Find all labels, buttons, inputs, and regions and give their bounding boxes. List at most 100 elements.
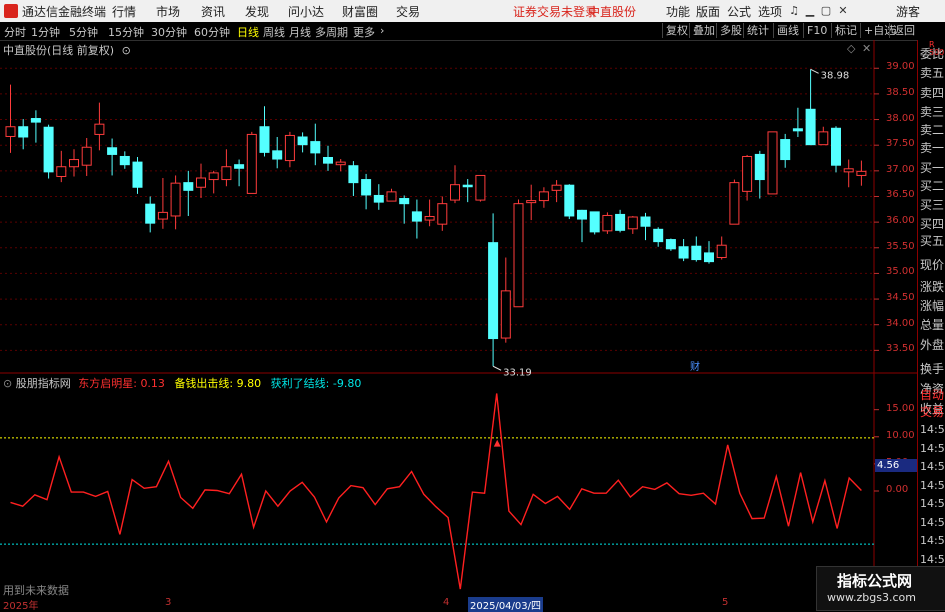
candle-body (475, 174, 486, 201)
sidebar-item[interactable]: 委比 (920, 45, 944, 62)
candle-body (94, 123, 105, 135)
candle-body (107, 147, 118, 155)
high-price-label: 38.98 (821, 70, 850, 81)
candle-body (208, 172, 219, 181)
candle-body (602, 214, 613, 232)
high-pointer (810, 68, 819, 74)
candle-body (221, 166, 232, 181)
sidebar-item[interactable]: 涨跌 (920, 278, 944, 295)
sidebar-auto-trade[interactable]: 交易 (920, 403, 944, 420)
price-tick-label: 34.00 (886, 317, 915, 329)
sidebar-item[interactable]: 买四 (920, 215, 944, 232)
candle-body (704, 252, 714, 263)
candle-body (615, 213, 626, 231)
candle-body (157, 211, 168, 220)
indicator-tick-label: 15.00 (886, 402, 915, 414)
close-chart-icon[interactable]: ✕ (862, 42, 871, 55)
candle-body (170, 182, 181, 217)
candle-body (526, 200, 537, 204)
candle-body (30, 118, 41, 123)
price-tick-label: 39.00 (886, 61, 915, 73)
sidebar-item[interactable]: 买二 (920, 177, 944, 194)
candle-body (538, 191, 549, 202)
chart-header: 中直股份(日线 前复权) ⊙ (3, 42, 131, 58)
candle-body (18, 126, 29, 138)
chart-title: 中直股份(日线 前复权) (3, 44, 115, 57)
price-tick-label: 38.50 (886, 86, 915, 98)
candle-body (272, 150, 283, 160)
candle-body (716, 244, 727, 259)
indicator-tick-label: 0.00 (886, 484, 909, 495)
sidebar-trade-time: 14:56 (920, 478, 945, 492)
candle-body (361, 179, 372, 196)
indicator-settings-icon[interactable]: ⊙ (3, 377, 12, 390)
candle-body (589, 211, 600, 233)
candle-body (348, 165, 359, 184)
indicator-name[interactable]: 股朋指标网 (16, 377, 71, 390)
low-price-label: 33.19 (503, 367, 532, 378)
candle-body (411, 211, 422, 222)
settings-dropdown-icon[interactable]: ⊙ (122, 44, 131, 57)
price-tick-label: 35.00 (886, 266, 915, 278)
sidebar-item[interactable]: 总量 (920, 316, 944, 333)
quote-sidebar: R 500 委比 卖五 卖四 卖三 卖二 卖一 买一 买二 买三 买四 买五 现价 涨跌 涨幅 总量 外盘 换手净… (917, 40, 945, 609)
sidebar-item[interactable]: 现价 (920, 256, 944, 273)
future-data-note: 用到未来数据 (3, 584, 69, 597)
candle-body (640, 216, 651, 227)
candle-body (56, 166, 67, 177)
candle-body (678, 246, 689, 259)
sidebar-item[interactable]: 买三 (920, 196, 944, 213)
chart-canvas[interactable]: 38.98 33.19 财 ▲ (0, 0, 945, 609)
x-label-year: 2025年 (3, 601, 39, 612)
candle-body (564, 184, 575, 217)
candle-body (373, 194, 384, 203)
candle-body (754, 153, 765, 181)
sidebar-item[interactable]: 换手 (920, 360, 944, 377)
candle-body (437, 203, 448, 225)
candle-body (488, 242, 499, 340)
low-pointer (492, 365, 502, 371)
candle-body (627, 216, 638, 230)
candle-body (145, 203, 156, 224)
indicator-value-1: 0.13 (140, 377, 165, 390)
sidebar-item[interactable]: 外盘 (920, 336, 944, 353)
candle-body (386, 191, 397, 202)
candle-body (500, 290, 511, 339)
watermark-url: www.zbgs3.com (827, 591, 916, 604)
indicator-header: ⊙ 股朋指标网 东方启明星: 0.13 备钱出击线: 9.80 获利了结线: -… (3, 375, 361, 391)
candle-body (462, 184, 473, 188)
sidebar-trade-time: 14:56 (920, 441, 945, 455)
sidebar-item[interactable]: 涨幅 (920, 297, 944, 314)
indicator-tick-label: 10.00 (886, 429, 915, 441)
sidebar-item[interactable]: 卖三 (920, 103, 944, 120)
indicator-value-3: -9.80 (332, 377, 362, 390)
indicator-value-2: 9.80 (236, 377, 262, 390)
sidebar-item[interactable]: 卖二 (920, 121, 944, 138)
sidebar-trade-time: 14:56 (920, 460, 945, 473)
sidebar-trade-time: 14:56 (920, 552, 945, 566)
sidebar-item[interactable]: 买一 (920, 159, 944, 176)
sidebar-trade-time: 14:56 (920, 497, 945, 510)
price-tick-label: 33.50 (886, 343, 915, 355)
price-tick-label: 36.50 (886, 189, 915, 201)
candle-body (577, 209, 587, 220)
sidebar-item[interactable]: 卖五 (920, 64, 944, 81)
candle-body (119, 155, 130, 166)
sidebar-trade-time: 14:56 (920, 534, 945, 547)
candle-body (335, 161, 346, 166)
sidebar-item[interactable]: 买五 (920, 232, 944, 249)
candle-body (196, 177, 206, 188)
candle-body (742, 155, 753, 192)
candle-body (259, 126, 270, 153)
candle-body (691, 245, 702, 261)
indicator-label-1: 东方启明星: (78, 377, 137, 390)
candle-body (665, 239, 676, 250)
price-tick-label: 37.50 (886, 138, 915, 150)
indicator-label-2: 备钱出击线: (174, 377, 234, 390)
sidebar-auto-trade[interactable]: 自动 (920, 386, 944, 403)
candle-body (792, 128, 803, 132)
sidebar-item[interactable]: 卖四 (920, 84, 944, 101)
sidebar-item[interactable]: 卖一 (920, 139, 944, 156)
candle-body (424, 215, 435, 221)
diamond-icon[interactable]: ◇ (847, 42, 855, 55)
